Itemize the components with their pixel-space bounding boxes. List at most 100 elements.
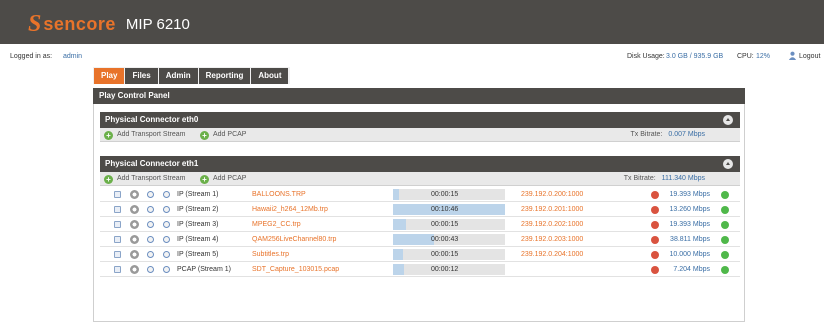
remove-icon[interactable] — [651, 266, 659, 274]
panel-title: Play Control Panel — [93, 88, 745, 104]
connector-title: Physical Connector eth1 — [105, 159, 199, 168]
expand-icon[interactable] — [114, 236, 121, 243]
tx-bitrate-label: Tx Bitrate: — [630, 131, 663, 138]
stream-file-link[interactable]: QAM256LiveChannel80.trp — [252, 232, 336, 247]
logged-in-label: Logged in as: — [10, 53, 53, 60]
tab-play[interactable]: Play — [94, 68, 125, 84]
destination-link[interactable]: 239.192.0.200:1000 — [521, 187, 583, 202]
gear-icon[interactable] — [130, 205, 139, 214]
collapse-icon[interactable] — [723, 115, 733, 125]
destination-link[interactable]: 239.192.0.203:1000 — [521, 232, 583, 247]
elapsed-time: 00:00:15 — [431, 191, 459, 198]
main-tabs: Play Files Admin Reporting About — [93, 67, 291, 84]
stop-icon[interactable] — [163, 266, 170, 273]
stream-file-link[interactable]: Subtitles.trp — [252, 247, 289, 262]
stream-type: IP (Stream 4) — [177, 236, 219, 243]
gear-icon[interactable] — [130, 190, 139, 199]
status-ok-icon — [721, 206, 729, 214]
stream-bitrate: 7.204 Mbps — [673, 266, 710, 273]
stream-file-link[interactable]: MPEG2_CC.trp — [252, 217, 301, 232]
gear-icon[interactable] — [130, 220, 139, 229]
progress-fill — [393, 234, 434, 245]
stream-bitrate: 19.393 Mbps — [669, 191, 710, 198]
top-header: S sencore MIP 6210 — [0, 0, 824, 44]
expand-icon[interactable] — [114, 221, 121, 228]
pause-icon[interactable] — [147, 251, 154, 258]
gear-icon[interactable] — [130, 250, 139, 259]
stream-row: IP (Stream 4) QAM256LiveChannel80.trp 00:0… — [100, 232, 740, 247]
stop-icon[interactable] — [163, 221, 170, 228]
gear-icon[interactable] — [130, 235, 139, 244]
status-ok-icon — [721, 251, 729, 259]
remove-icon[interactable] — [651, 236, 659, 244]
elapsed-time: 00:00:43 — [431, 236, 459, 243]
user-link[interactable]: admin — [63, 53, 82, 60]
stream-row: IP (Stream 3) MPEG2_CC.trp 00:00:15 239.192… — [100, 217, 740, 232]
pause-icon[interactable] — [147, 221, 154, 228]
gear-icon[interactable] — [130, 265, 139, 274]
collapse-icon[interactable] — [723, 159, 733, 169]
pause-icon[interactable] — [147, 236, 154, 243]
tx-bitrate-label: Tx Bitrate: — [623, 175, 656, 182]
expand-icon[interactable] — [114, 191, 121, 198]
stream-row: IP (Stream 5) Subtitles.trp 00:00:15 239.19… — [100, 247, 740, 262]
add-pcap-label: Add PCAP — [213, 131, 247, 138]
stream-file-link[interactable]: Hawaii2_h264_12Mb.trp — [252, 202, 328, 217]
remove-icon[interactable] — [651, 251, 659, 259]
add-transport-stream-label: Add Transport Stream — [117, 175, 186, 182]
destination-link[interactable]: 239.192.0.201:1000 — [521, 202, 583, 217]
user-icon[interactable] — [788, 51, 797, 60]
tab-reporting[interactable]: Reporting — [198, 68, 251, 84]
stop-icon[interactable] — [163, 236, 170, 243]
remove-icon[interactable] — [651, 191, 659, 199]
product-name: MIP 6210 — [125, 15, 190, 33]
stream-bitrate: 19.393 Mbps — [669, 221, 710, 228]
expand-icon[interactable] — [114, 251, 121, 258]
pause-icon[interactable] — [147, 191, 154, 198]
elapsed-time: 00:00:12 — [431, 266, 459, 273]
logout-link[interactable]: Logout — [799, 53, 820, 60]
stop-icon[interactable] — [163, 191, 170, 198]
tx-bitrate-value: 0.007 Mbps — [668, 131, 705, 138]
add-transport-stream-label: Add Transport Stream — [117, 131, 186, 138]
expand-icon[interactable] — [114, 206, 121, 213]
progress-fill — [393, 249, 403, 260]
elapsed-time: 00:10:46 — [431, 206, 459, 213]
connector-eth1-header: Physical Connector eth1 — [100, 156, 740, 172]
connector-eth1-toolbar: + Add Transport Stream + Add PCAP Tx Bit… — [100, 172, 740, 186]
tab-files[interactable]: Files — [125, 68, 158, 84]
pause-icon[interactable] — [147, 206, 154, 213]
add-pcap-button[interactable]: + Add PCAP — [200, 128, 246, 142]
logo-text: sencore — [43, 14, 116, 34]
stream-type: IP (Stream 3) — [177, 221, 219, 228]
stop-icon[interactable] — [163, 206, 170, 213]
add-transport-stream-button[interactable]: + Add Transport Stream — [104, 128, 185, 142]
elapsed-time: 00:00:15 — [431, 251, 459, 258]
add-transport-stream-button[interactable]: + Add Transport Stream — [104, 172, 185, 186]
add-pcap-label: Add PCAP — [213, 175, 247, 182]
destination-link[interactable]: 239.192.0.202:1000 — [521, 217, 583, 232]
tab-admin[interactable]: Admin — [158, 68, 198, 84]
remove-icon[interactable] — [651, 221, 659, 229]
stop-icon[interactable] — [163, 251, 170, 258]
stream-bitrate: 10.000 Mbps — [669, 251, 710, 258]
stream-file-link[interactable]: SDT_Capture_103015.pcap — [252, 262, 339, 277]
stream-type: IP (Stream 5) — [177, 251, 219, 258]
tab-about[interactable]: About — [251, 68, 289, 84]
add-pcap-button[interactable]: + Add PCAP — [200, 172, 246, 186]
remove-icon[interactable] — [651, 206, 659, 214]
expand-icon[interactable] — [114, 266, 121, 273]
stream-type: IP (Stream 2) — [177, 206, 219, 213]
stream-file-link[interactable]: BALLOONS.TRP — [252, 187, 306, 202]
status-ok-icon — [721, 221, 729, 229]
logo-mark: S — [28, 11, 42, 37]
pause-icon[interactable] — [147, 266, 154, 273]
status-line: Logged in as: admin Disk Usage: 3.0 GB /… — [0, 50, 824, 64]
connector-eth0-toolbar: + Add Transport Stream + Add PCAP Tx Bit… — [100, 128, 740, 142]
destination-link[interactable]: 239.192.0.204:1000 — [521, 247, 583, 262]
disk-usage-label: Disk Usage: — [627, 53, 665, 60]
stream-bitrate: 13.260 Mbps — [669, 206, 710, 213]
stream-row: IP (Stream 2) Hawaii2_h264_12Mb.trp 00:10:… — [100, 202, 740, 217]
cpu-label: CPU: — [737, 53, 754, 60]
play-control-panel: Physical Connector eth0 + Add Transport … — [93, 104, 745, 322]
